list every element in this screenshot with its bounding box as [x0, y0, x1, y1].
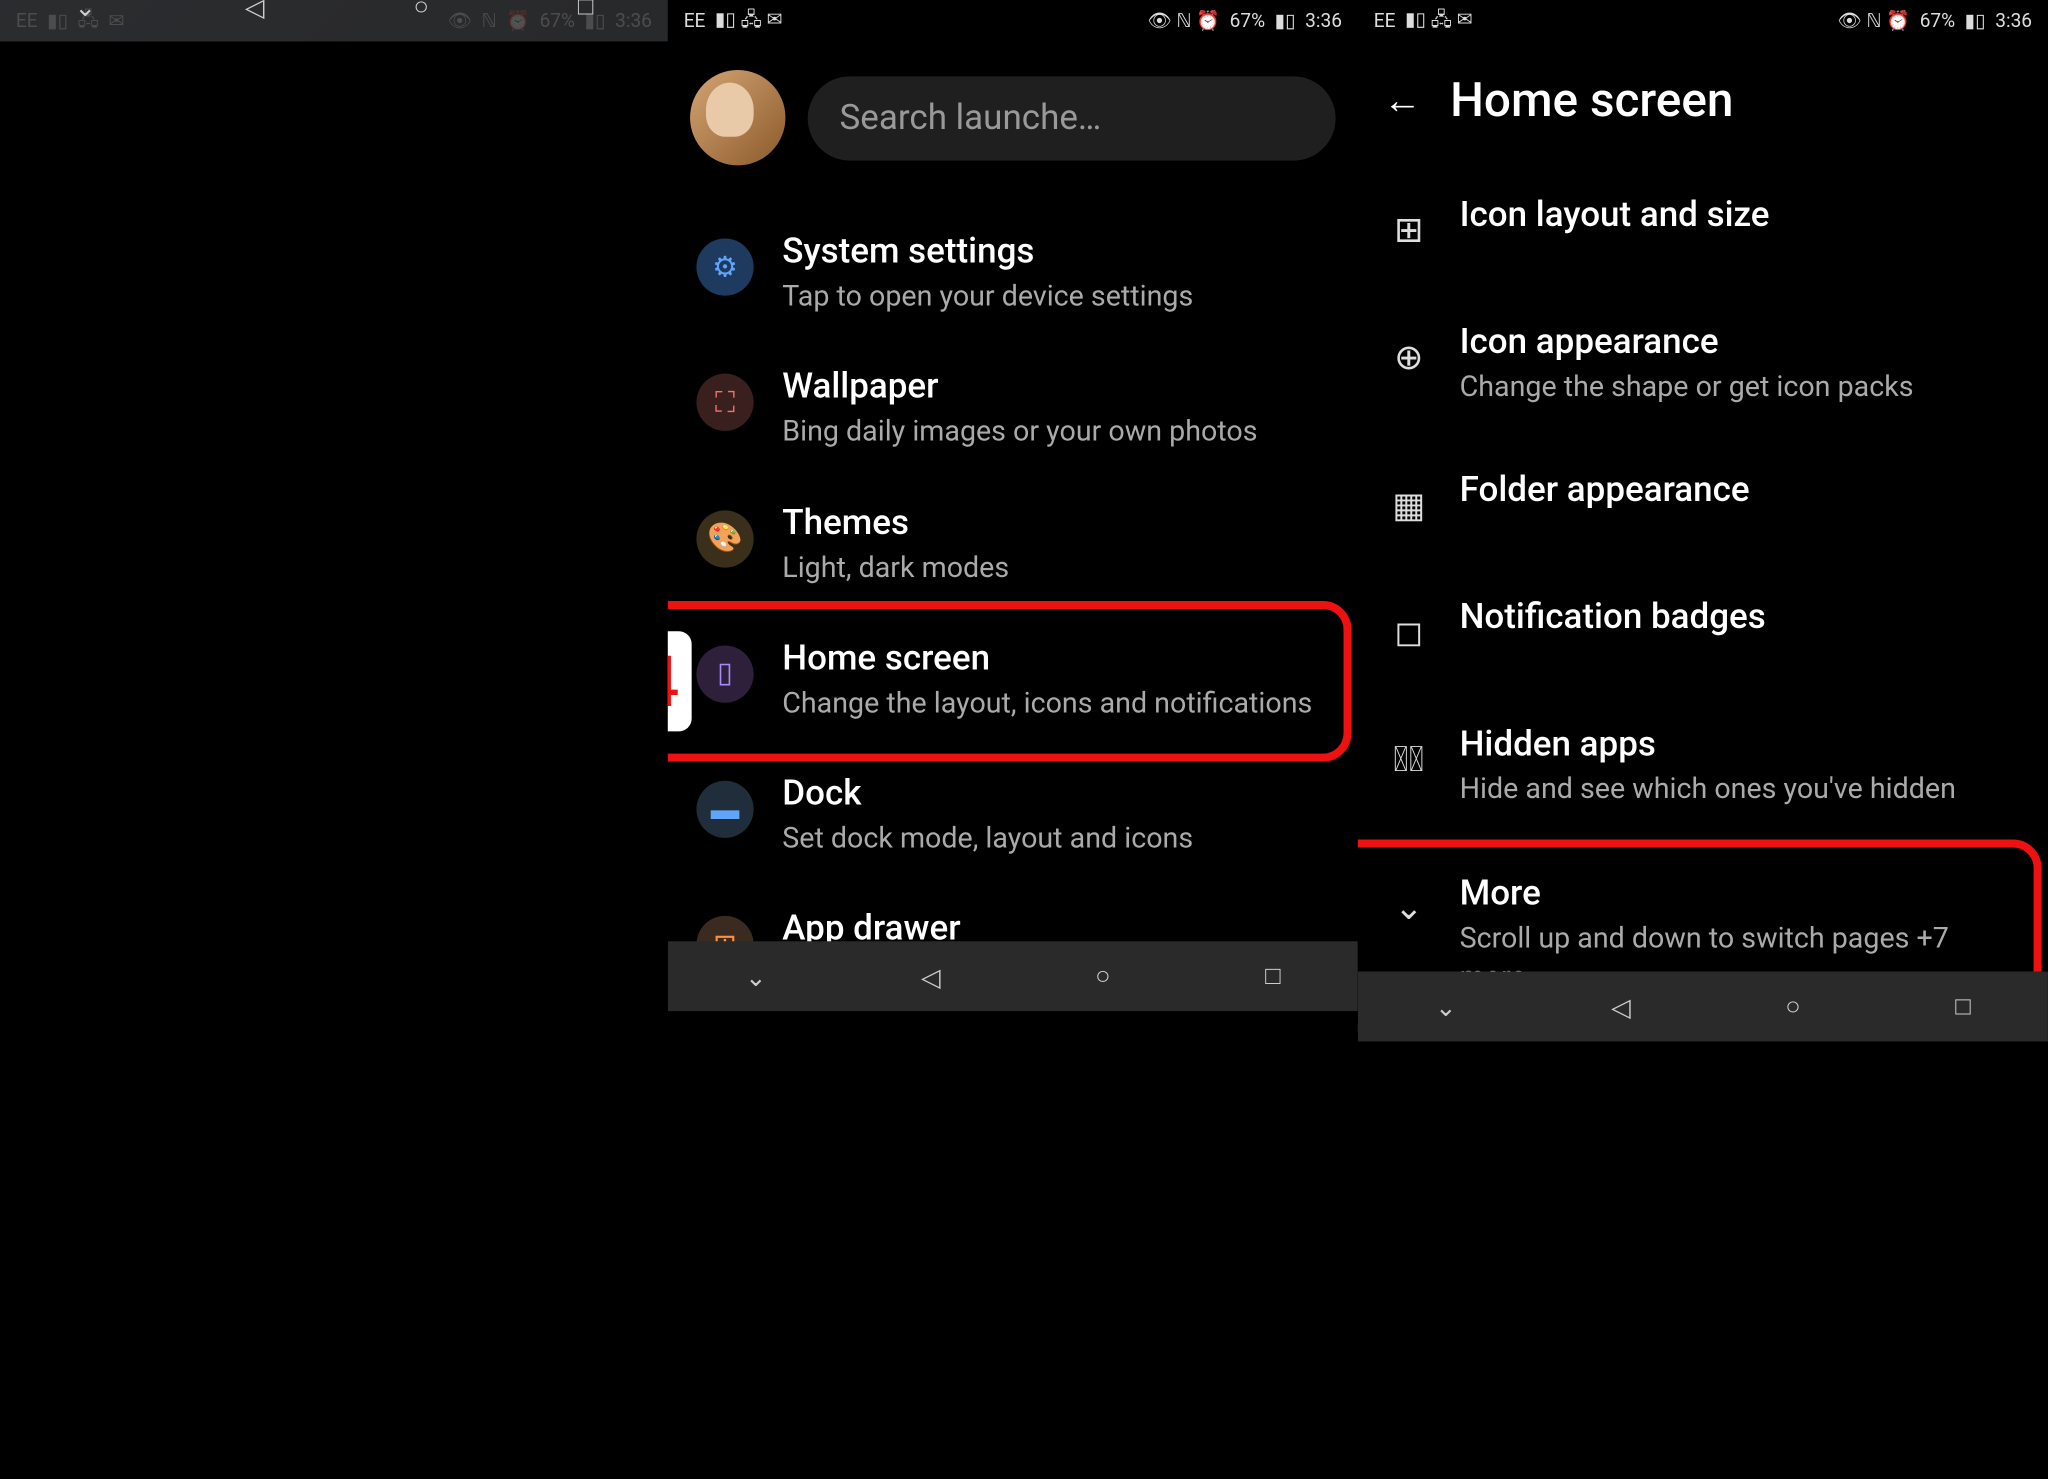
settings-row-system-settings[interactable]: ⚙ System settings Tap to open your devic… [668, 207, 1358, 343]
profile-avatar[interactable] [690, 70, 785, 165]
back-icon[interactable]: ◁ [1611, 992, 1631, 1022]
panel-home-edit: EE ▮▯ 🖧 ✉ 👁 ℕ ⏰ 67% ▮▯ 3:36 [0, 0, 668, 41]
row-icon: ▦ [1386, 477, 1431, 534]
settings-row-themes[interactable]: 🎨 Themes Light, dark modes [668, 478, 1358, 614]
chevron-down-icon[interactable]: ⌄ [1435, 992, 1456, 1022]
status-bar: EE ▮▯ 🖧 ✉ 👁 ℕ ⏰ 67% ▮▯ 3:36 [668, 0, 1358, 41]
search-input[interactable]: Search launche… [808, 76, 1336, 160]
settings-row-folder-appearance[interactable]: ▦ Folder appearance [1358, 439, 2048, 566]
page-title: Home screen [1450, 73, 1733, 129]
row-icon: ◻ [1386, 605, 1431, 662]
back-icon[interactable]: ◁ [921, 962, 941, 992]
settings-row-notification-badges[interactable]: ◻ Notification badges [1358, 567, 2048, 694]
back-icon[interactable]: ◁ [245, 0, 265, 21]
row-icon: ⚙ [696, 239, 753, 296]
chevron-down-icon[interactable]: ⌄ [745, 962, 766, 992]
row-icon: ⊕ [1386, 329, 1431, 386]
settings-row-dock[interactable]: ▬ Dock Set dock mode, layout and icons [668, 749, 1358, 885]
back-arrow-icon[interactable]: ← [1383, 78, 1421, 124]
navigation-bar: ⌄ ◁ ○ □ [668, 942, 1358, 1012]
navigation-bar: ⌄ ◁ ○ □ [0, 0, 668, 41]
settings-row-icon-appearance[interactable]: ⊕ Icon appearance Change the shape or ge… [1358, 291, 2048, 439]
chevron-down-icon[interactable]: ⌄ [75, 0, 96, 21]
home-icon[interactable]: ○ [413, 0, 428, 22]
home-icon[interactable]: ○ [1095, 961, 1110, 993]
navigation-bar: ⌄ ◁ ○ □ [1358, 972, 2048, 1042]
row-icon: ⛶ [696, 374, 753, 431]
settings-row-wallpaper[interactable]: ⛶ Wallpaper Bing daily images or your ow… [668, 342, 1358, 478]
row-icon: ⊞ [1386, 202, 1431, 259]
settings-row-icon-layout-and-size[interactable]: ⊞ Icon layout and size [1358, 164, 2048, 291]
settings-row-hidden-apps[interactable]: 👁̸ Hidden apps Hide and see which ones y… [1358, 694, 2048, 842]
home-icon[interactable]: ○ [1785, 991, 1800, 1023]
row-icon: ▬ [696, 781, 753, 838]
panel-launcher-settings: EE ▮▯ 🖧 ✉ 👁 ℕ ⏰ 67% ▮▯ 3:36 Search launc… [668, 0, 1358, 1012]
row-icon: 👁̸ [1386, 732, 1431, 789]
settings-row-home-screen[interactable]: ▯ Home screen Change the layout, icons a… [668, 614, 1358, 750]
status-bar: EE ▮▯ 🖧 ✉ 👁 ℕ ⏰ 67% ▮▯ 3:36 [1358, 0, 2048, 41]
row-icon: ⌄ [1386, 880, 1431, 937]
recents-icon[interactable]: □ [1955, 991, 1970, 1023]
row-icon: 🎨 [696, 510, 753, 567]
row-icon: ▯ [696, 645, 753, 702]
recents-icon[interactable]: □ [1265, 961, 1280, 993]
recents-icon[interactable]: □ [578, 0, 593, 22]
panel-home-screen-settings: EE ▮▯ 🖧 ✉ 👁 ℕ ⏰ 67% ▮▯ 3:36 ← Home scree… [1358, 0, 2048, 1042]
